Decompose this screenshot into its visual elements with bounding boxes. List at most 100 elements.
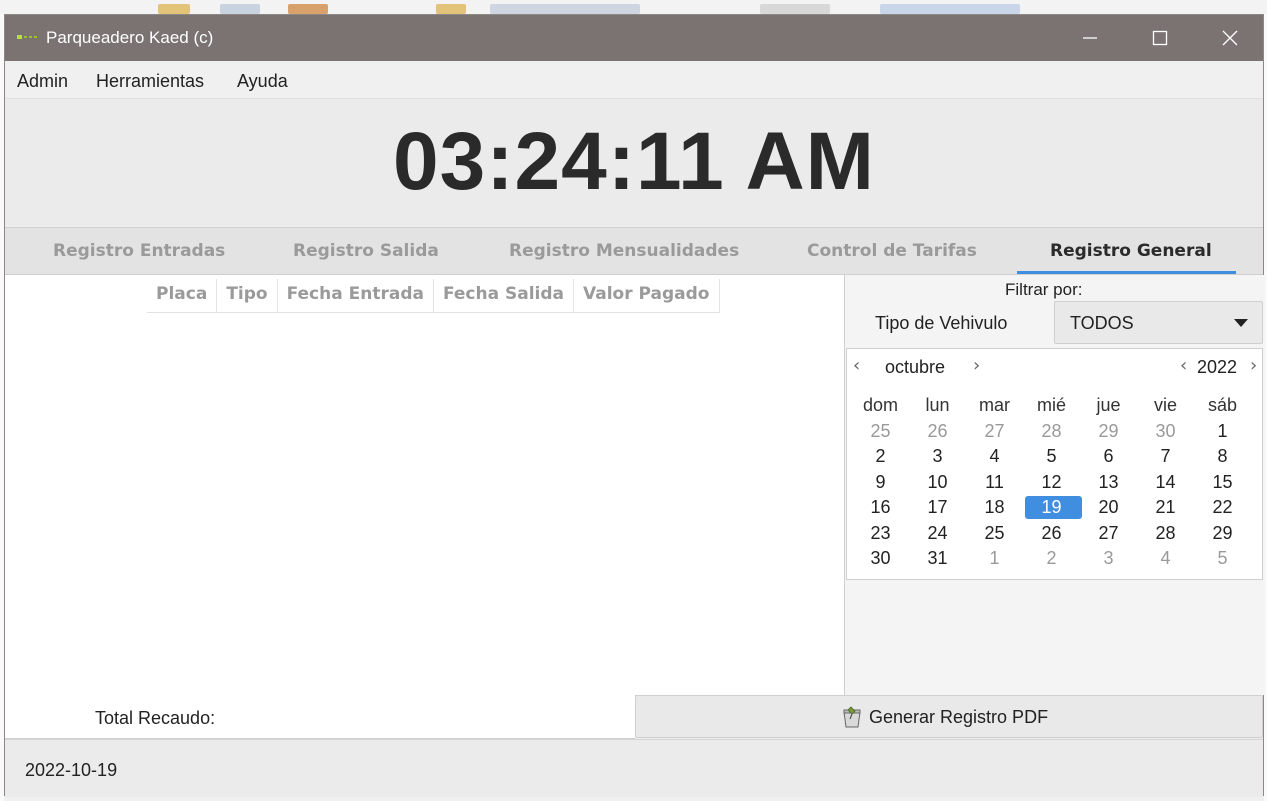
calendar-day[interactable]: 4 <box>1137 546 1194 572</box>
clock-panel: 03:24:11 AM <box>5 99 1263 225</box>
filter-panel: Filtrar por: Tipo de Vehivulo TODOS ‹ oc… <box>845 275 1265 695</box>
calendar-day[interactable]: 23 <box>852 521 909 547</box>
tab-registro-entradas[interactable]: Registro Entradas <box>53 241 225 261</box>
calendar-day[interactable]: 24 <box>909 521 966 547</box>
calendar-day[interactable]: 17 <box>909 495 966 521</box>
calendar-day-number: 10 <box>927 471 948 492</box>
active-tab-indicator <box>1017 271 1236 274</box>
calendar-day-number: 5 <box>1217 548 1228 568</box>
calendar-day[interactable]: 25 <box>852 419 909 445</box>
calendar-day-number: 25 <box>870 420 891 441</box>
calendar-day-number: 29 <box>1098 420 1119 441</box>
calendar-day-number: 27 <box>984 420 1005 441</box>
menu-bar: Admin Herramientas Ayuda <box>5 61 1263 99</box>
menu-herramientas[interactable]: Herramientas <box>96 71 204 92</box>
calendar-day[interactable]: 29 <box>1080 419 1137 445</box>
calendar-weekday-row: dom lun mar mié jue vie sáb <box>852 393 1255 419</box>
column-header-valor-pagado[interactable]: Valor Pagado <box>574 279 720 312</box>
calendar-day[interactable]: 10 <box>909 470 966 496</box>
column-header-fecha-entrada[interactable]: Fecha Entrada <box>278 279 434 312</box>
date-picker-calendar[interactable]: ‹ octubre › ‹ 2022 › dom lun mar mié jue vie s… <box>846 348 1263 580</box>
calendar-day[interactable]: 27 <box>1080 521 1137 547</box>
calendar-week-row: 25 26 27 28 29 30 1 <box>852 419 1255 445</box>
calendar-day[interactable]: 9 <box>852 470 909 496</box>
calendar-day-number: 28 <box>1041 420 1062 441</box>
calendar-day-selected[interactable]: 19 <box>1023 495 1082 521</box>
calendar-day[interactable]: 4 <box>966 444 1023 470</box>
calendar-day[interactable]: 26 <box>909 419 966 445</box>
calendar-day-number: 24 <box>927 522 948 543</box>
calendar-week-row: 9 10 11 12 13 14 15 <box>852 470 1255 496</box>
maximize-button[interactable] <box>1125 15 1195 61</box>
tab-registro-mensualidades[interactable]: Registro Mensualidades <box>509 241 739 261</box>
records-table[interactable]: Placa Tipo Fecha Entrada Fecha Salida Va… <box>5 275 845 696</box>
minimize-button[interactable] <box>1055 15 1125 61</box>
app-icon <box>17 35 37 39</box>
calendar-day[interactable]: 2 <box>1023 546 1080 572</box>
calendar-day[interactable]: 31 <box>909 546 966 572</box>
calendar-day-number: 6 <box>1103 446 1114 466</box>
prev-year-icon[interactable]: ‹ <box>1180 355 1187 376</box>
next-month-icon[interactable]: › <box>973 355 980 376</box>
generate-pdf-button[interactable]: Generar Registro PDF <box>635 695 1263 738</box>
calendar-day[interactable]: 22 <box>1194 495 1251 521</box>
column-header-placa[interactable]: Placa <box>147 279 218 312</box>
calendar-day[interactable]: 11 <box>966 470 1023 496</box>
calendar-day[interactable]: 3 <box>909 444 966 470</box>
calendar-day[interactable]: 30 <box>1137 419 1194 445</box>
tab-registro-salida[interactable]: Registro Salida <box>293 241 439 261</box>
calendar-day-number: 29 <box>1212 522 1233 543</box>
minimize-icon <box>1083 37 1097 39</box>
column-header-fecha-salida[interactable]: Fecha Salida <box>434 279 575 312</box>
calendar-day[interactable]: 1 <box>1194 419 1251 445</box>
calendar-day[interactable]: 14 <box>1137 470 1194 496</box>
calendar-day[interactable]: 21 <box>1137 495 1194 521</box>
total-panel: Total Recaudo: <box>5 695 635 739</box>
calendar-day[interactable]: 12 <box>1023 470 1080 496</box>
menu-admin[interactable]: Admin <box>17 71 68 92</box>
calendar-week-row: 23 24 25 26 27 28 29 <box>852 521 1255 547</box>
calendar-day[interactable]: 3 <box>1080 546 1137 572</box>
calendar-day-number: 19 <box>1041 497 1062 517</box>
calendar-day[interactable]: 27 <box>966 419 1023 445</box>
calendar-day-number: 26 <box>927 420 948 441</box>
tab-control-de-tarifas[interactable]: Control de Tarifas <box>807 241 977 261</box>
calendar-day-number: 26 <box>1041 522 1062 543</box>
calendar-day[interactable]: 5 <box>1023 444 1080 470</box>
calendar-day[interactable]: 28 <box>1023 419 1080 445</box>
prev-month-icon[interactable]: ‹ <box>853 355 860 376</box>
calendar-day[interactable]: 30 <box>852 546 909 572</box>
vehicle-type-dropdown[interactable]: TODOS <box>1054 301 1263 344</box>
calendar-day[interactable]: 16 <box>852 495 909 521</box>
calendar-day[interactable]: 7 <box>1137 444 1194 470</box>
calendar-day[interactable]: 29 <box>1194 521 1251 547</box>
calendar-day-number: 5 <box>1046 446 1057 466</box>
next-year-icon[interactable]: › <box>1250 355 1257 376</box>
menu-ayuda[interactable]: Ayuda <box>237 71 288 92</box>
calendar-day[interactable]: 8 <box>1194 444 1251 470</box>
calendar-day-number: 13 <box>1098 471 1119 492</box>
column-header-tipo[interactable]: Tipo <box>217 279 278 312</box>
calendar-day[interactable]: 5 <box>1194 546 1251 572</box>
calendar-day[interactable]: 18 <box>966 495 1023 521</box>
calendar-day[interactable]: 25 <box>966 521 1023 547</box>
title-bar[interactable]: Parqueadero Kaed (c) <box>5 15 1263 61</box>
calendar-day[interactable]: 1 <box>966 546 1023 572</box>
calendar-day-number: 14 <box>1155 471 1176 492</box>
close-button[interactable] <box>1195 15 1265 61</box>
tab-bar: Registro Entradas Registro Salida Regist… <box>5 227 1263 275</box>
calendar-day-number: 2 <box>1046 548 1057 568</box>
calendar-day-number: 12 <box>1041 471 1062 492</box>
calendar-day-number: 1 <box>1217 420 1228 441</box>
calendar-day[interactable]: 20 <box>1080 495 1137 521</box>
calendar-day[interactable]: 13 <box>1080 470 1137 496</box>
calendar-day[interactable]: 26 <box>1023 521 1080 547</box>
calendar-day[interactable]: 2 <box>852 444 909 470</box>
calendar-day[interactable]: 28 <box>1137 521 1194 547</box>
tab-registro-general[interactable]: Registro General <box>1050 241 1212 261</box>
calendar-day[interactable]: 6 <box>1080 444 1137 470</box>
calendar-weekday-label: jue <box>1096 395 1121 415</box>
calendar-day[interactable]: 15 <box>1194 470 1251 496</box>
background-app-toolbar <box>0 0 1267 15</box>
calendar-day-number: 28 <box>1155 522 1176 543</box>
